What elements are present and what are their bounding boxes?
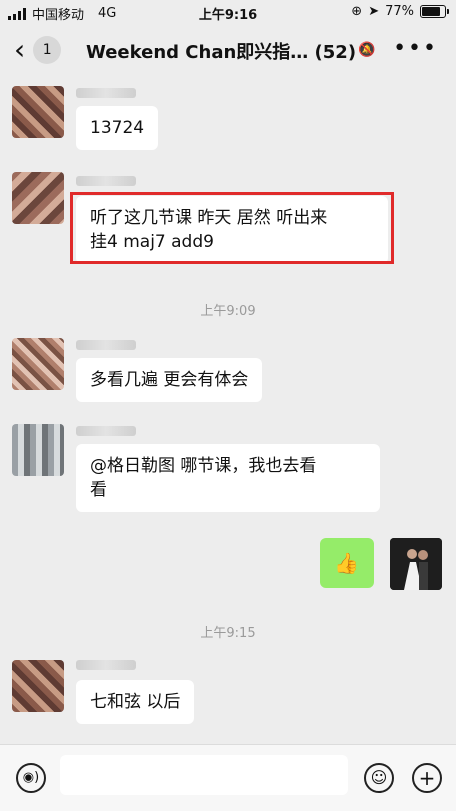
add-button[interactable]: + [412,763,442,793]
status-bar: 中国移动 4G 上午9:16 ⊕ ➤ 77% [0,0,456,24]
my-avatar[interactable] [390,538,442,590]
more-button[interactable]: ••• [393,36,438,61]
message-text-line: 挂4 maj7 add9 [90,232,214,252]
sender-name [76,88,136,98]
input-bar: ◉) ☺ + [0,744,456,811]
message-text: 多看几遍 更会有体会 [90,370,249,390]
more-icon: ••• [393,36,438,61]
battery-icon [420,5,449,18]
avatar[interactable] [12,338,64,390]
avatar[interactable] [12,424,64,476]
emoji-icon: ☺ [370,768,388,787]
message-bubble[interactable]: 七和弦 以后 [76,680,195,724]
message-bubble[interactable]: 听了这几节课 昨天 居然 听出来 挂4 maj7 add9 [76,196,388,264]
emoji-button[interactable]: ☺ [364,763,394,793]
timestamp: 上午9:15 [200,626,256,641]
message-bubble[interactable]: 13724 [76,106,159,150]
my-message-bubble[interactable]: 👍 [320,538,374,588]
status-right: ⊕ ➤ 77% [351,4,449,19]
message-input[interactable] [60,755,348,795]
message-list[interactable]: 13724 听了这几节课 昨天 居然 听出来 挂4 maj7 add9 上午9:… [0,78,456,744]
sender-name [76,176,136,186]
sender-name [76,340,136,350]
wedding-photo-icon [390,538,442,590]
unread-count-badge: 1 [33,36,62,64]
mute-bell-icon: 🔕 [358,42,376,58]
rotation-lock-icon: ⊕ [351,4,363,19]
battery-percent: 77% [385,4,414,19]
message-bubble[interactable]: @格日勒图 哪节课，我也去看 看 [76,444,380,512]
message-text-line: 听了这几节课 昨天 居然 听出来 [90,208,328,228]
message-text: 七和弦 以后 [90,692,181,712]
location-icon: ➤ [368,4,380,19]
message-text: 13724 [90,118,145,138]
timestamp: 上午9:09 [200,304,256,319]
avatar[interactable] [12,660,64,712]
chat-header: ‹ 1 Weekend Chan即兴指… (52) 🔕 ••• [0,24,456,78]
sender-name [76,426,136,436]
plus-icon: + [418,766,436,790]
back-button[interactable]: ‹ 1 [14,33,62,66]
avatar[interactable] [12,172,64,224]
voice-button[interactable]: ◉) [16,763,46,793]
chat-title: Weekend Chan即兴指… (52) [86,42,357,63]
message-bubble[interactable]: 多看几遍 更会有体会 [76,358,263,402]
message-text-line: @格日勒图 哪节课，我也去看 [90,456,317,476]
message-text-line: 看 [90,480,107,500]
voice-icon: ◉) [22,770,40,785]
chevron-left-icon: ‹ [14,33,26,66]
avatar[interactable] [12,86,64,138]
sender-name [76,660,136,670]
thumbs-up-sticker: 👍 [334,551,359,575]
